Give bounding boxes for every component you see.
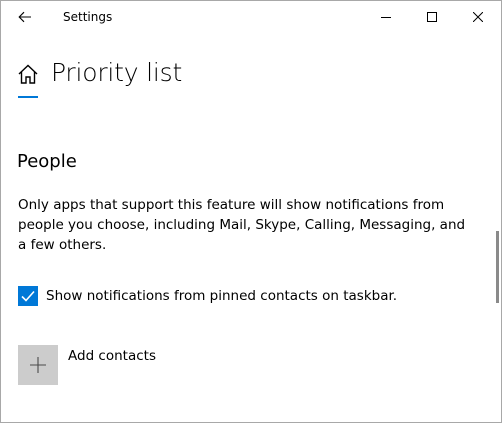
- app-title: Settings: [63, 10, 113, 24]
- minimize-icon: [381, 17, 391, 18]
- pinned-contacts-checkbox-label[interactable]: Show notifications from pinned contacts …: [46, 286, 397, 306]
- maximize-button[interactable]: [409, 1, 455, 33]
- arrow-left-icon: [18, 11, 31, 23]
- add-contacts-label[interactable]: Add contacts: [68, 346, 156, 366]
- pinned-contacts-checkbox[interactable]: [18, 286, 38, 306]
- close-button[interactable]: [455, 1, 501, 33]
- plus-icon: [30, 357, 46, 373]
- add-contacts-button[interactable]: [18, 345, 58, 385]
- checkmark-icon: [21, 290, 35, 302]
- settings-window: Settings Priority list People Only apps …: [0, 0, 502, 423]
- back-button[interactable]: [1, 1, 49, 33]
- home-icon: [17, 63, 39, 85]
- vertical-scrollbar[interactable]: [496, 231, 499, 303]
- section-description: Only apps that support this feature will…: [18, 197, 466, 253]
- page-title: Priority list: [51, 58, 183, 87]
- section-heading-people: People: [17, 151, 77, 172]
- minimize-button[interactable]: [363, 1, 409, 33]
- close-icon: [473, 12, 483, 22]
- title-accent-underline: [18, 96, 38, 98]
- title-bar: Settings: [1, 1, 501, 33]
- maximize-icon: [427, 12, 437, 22]
